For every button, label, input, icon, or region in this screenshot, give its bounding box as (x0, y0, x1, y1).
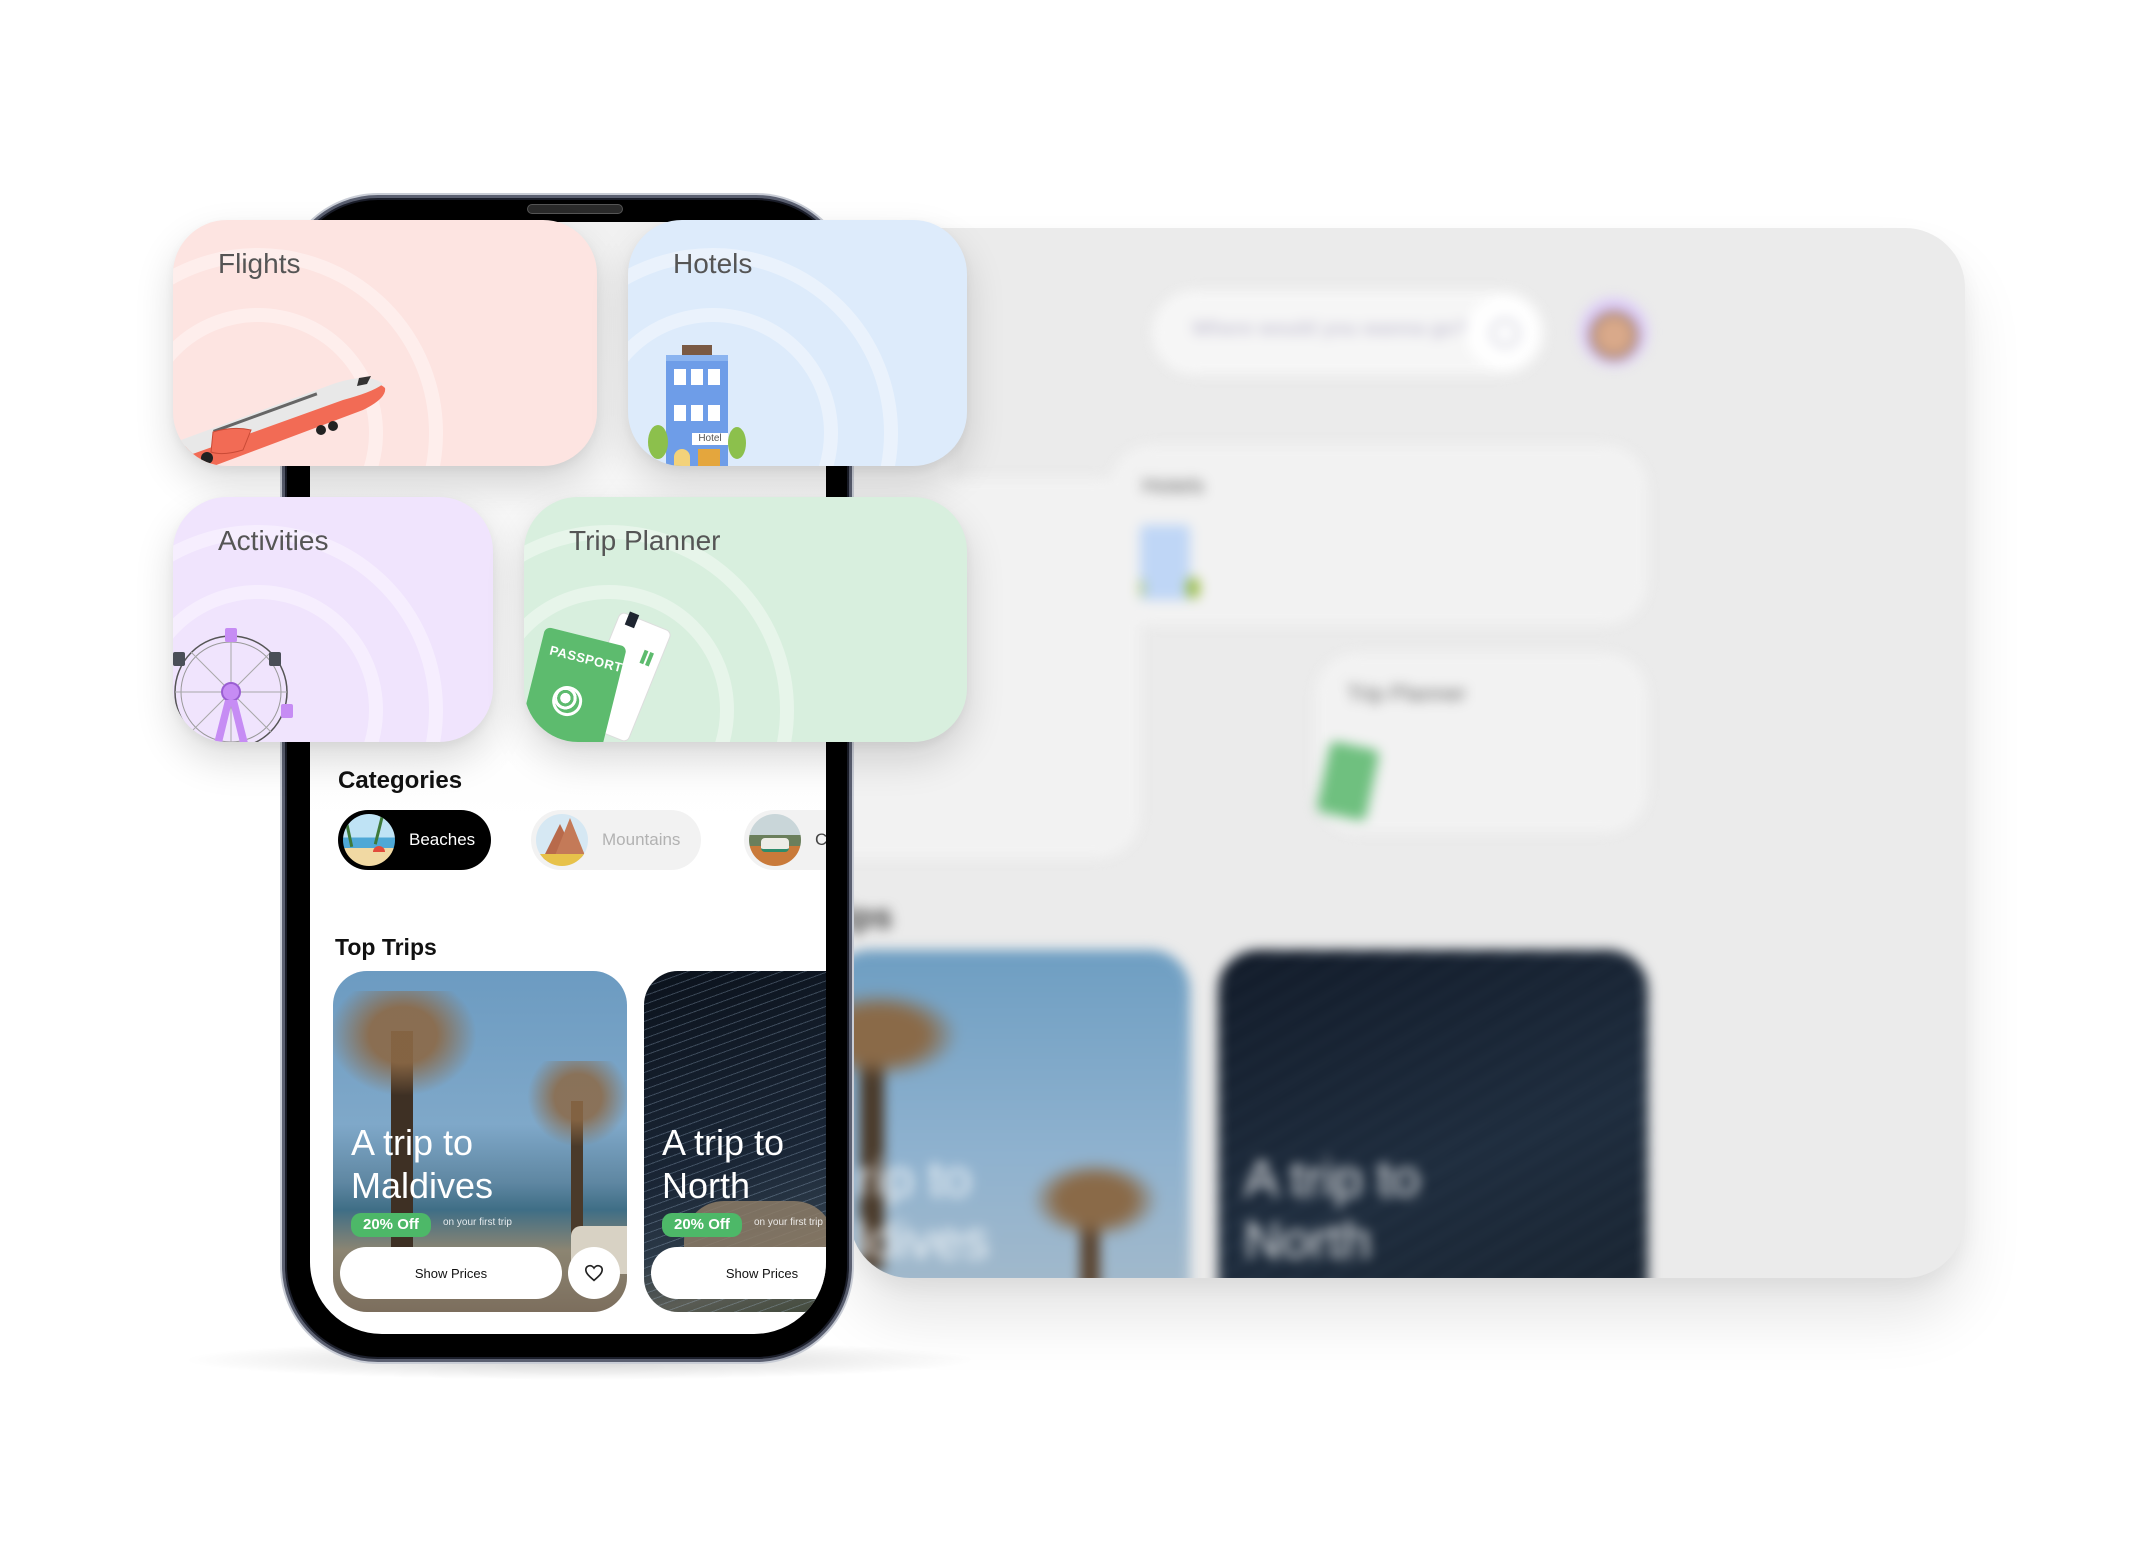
passport-label: PASSPORT (548, 642, 625, 676)
hotel-icon (1130, 515, 1200, 605)
category-chip-mountains[interactable]: Mountains (531, 810, 701, 870)
search-icon[interactable] (1466, 296, 1539, 369)
tile-title: Flights (218, 248, 301, 279)
trip-title-line2: Maldives (351, 1165, 494, 1206)
trip-title-line1: A trip to (351, 1122, 474, 1163)
tile-title: Hotels (673, 248, 753, 279)
top-trips-heading: Top Trips (335, 934, 437, 960)
bg-section-title: rips (850, 898, 893, 936)
bg-trip-card-maldives[interactable]: rip to ldives (850, 950, 1190, 1278)
favorite-button[interactable] (568, 1247, 620, 1299)
search-bar[interactable]: Where would you wanna go? (1152, 290, 1545, 375)
categories-heading: Categories (338, 767, 463, 794)
trip-title-line2: North (662, 1165, 751, 1206)
trip-card-north[interactable]: A trip to North 20% Off on your first tr… (644, 971, 826, 1312)
bg-trip-card-north[interactable]: A trip to North (1218, 950, 1648, 1278)
trip-title-line1: A trip to (662, 1122, 785, 1163)
chip-label: Ca (815, 830, 826, 849)
camping-thumbnail (749, 814, 801, 866)
category-chip-camping[interactable]: Ca (744, 810, 826, 870)
bg-card-hotels[interactable]: Hotels (1110, 445, 1647, 625)
discount-badge: 20% Off (662, 1213, 742, 1237)
tile-trip-planner[interactable]: Trip Planner PASSPORT (524, 497, 967, 742)
category-chip-beaches[interactable]: Beaches (338, 810, 491, 870)
beach-thumbnail (343, 814, 395, 866)
tile-title: Trip Planner (569, 525, 721, 556)
discount-badge: 20% Off (351, 1213, 431, 1237)
tile-activities[interactable]: Activities (173, 497, 493, 742)
background-dashboard: Where would you wanna go? Hotels Trip Pl… (850, 228, 1965, 1278)
tile-hotels[interactable]: Hotels Hotel (628, 220, 967, 466)
show-prices-button[interactable]: Show Prices (340, 1247, 562, 1299)
tile-title: Activities (218, 525, 329, 556)
bg-card-title: Hotels (1142, 473, 1205, 498)
search-placeholder: Where would you wanna go? (1192, 318, 1468, 340)
globe-icon (548, 682, 586, 720)
show-prices-button[interactable]: Show Prices (651, 1247, 826, 1299)
chip-label: Beaches (409, 830, 476, 849)
trip-card-maldives[interactable]: A trip to Maldives 20% Off on your first… (333, 971, 627, 1312)
tile-flights[interactable]: Flights (173, 220, 597, 466)
bg-card-trip-planner[interactable]: Trip Planner (1315, 653, 1647, 833)
bg-card-title: Trip Planner (1347, 681, 1467, 706)
passport-icon (1316, 740, 1380, 822)
discount-note: on your first trip (443, 1217, 512, 1228)
discount-note: on your first trip (754, 1217, 823, 1228)
hotel-icon: Hotel (646, 345, 756, 466)
avatar[interactable] (1580, 298, 1648, 366)
hotel-sign: Hotel (692, 433, 728, 445)
phone-speaker (527, 204, 623, 214)
ferris-wheel-icon (173, 628, 293, 742)
heart-icon (584, 1264, 604, 1282)
mountain-thumbnail (536, 814, 588, 866)
airplane-icon (181, 376, 386, 466)
chip-label: Mountains (602, 830, 681, 849)
passport-icon: PASSPORT (524, 609, 674, 742)
